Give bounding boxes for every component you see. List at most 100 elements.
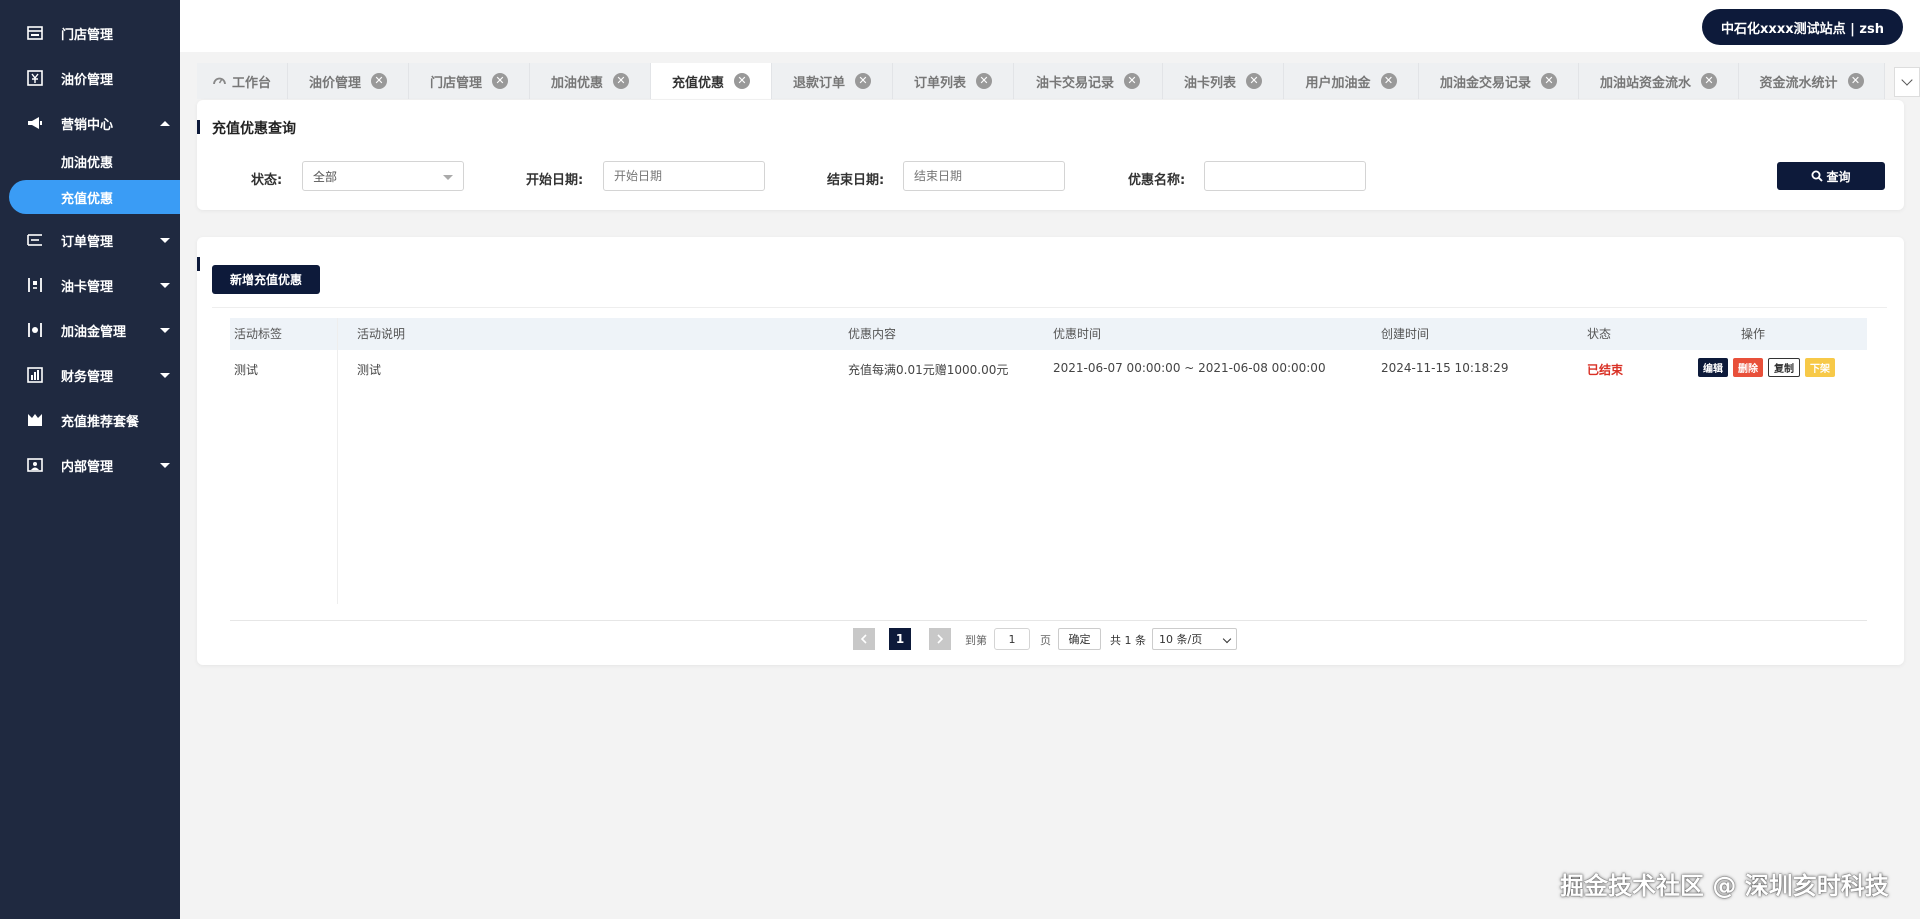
tab-card-transactions[interactable]: 油卡交易记录 ✕ bbox=[1014, 63, 1163, 99]
prev-page-button[interactable] bbox=[853, 628, 875, 650]
column-header-actions: 操作 bbox=[1741, 327, 1766, 341]
offline-button[interactable]: 下架 bbox=[1805, 358, 1835, 377]
sidebar-item-label: 订单管理 bbox=[61, 234, 114, 250]
sidebar-item-label: 财务管理 bbox=[61, 369, 114, 385]
pagination-divider bbox=[230, 620, 1867, 621]
sidebar-item-marketing[interactable]: 营销中心 bbox=[0, 105, 180, 141]
close-icon[interactable]: ✕ bbox=[1380, 73, 1397, 89]
tab-order-list[interactable]: 订单列表 ✕ bbox=[893, 63, 1014, 99]
sidebar: 门店管理 油价管理 营销中心 加油优惠 充值优惠 订单管理 油卡管理 加油金管理… bbox=[0, 0, 180, 919]
sidebar-item-price[interactable]: 油价管理 bbox=[0, 60, 180, 96]
page-button-current[interactable]: 1 bbox=[889, 628, 911, 650]
add-recharge-discount-button[interactable]: 新增充值优惠 bbox=[212, 265, 320, 294]
price-icon bbox=[27, 70, 43, 86]
goto-confirm-button[interactable]: 确定 bbox=[1058, 628, 1101, 650]
tab-label: 退款订单 bbox=[792, 75, 845, 91]
page-size-select[interactable]: 10 条/页 bbox=[1152, 628, 1237, 650]
sidebar-item-card[interactable]: 油卡管理 bbox=[0, 267, 180, 303]
divider bbox=[212, 307, 1887, 308]
close-icon[interactable]: ✕ bbox=[734, 73, 750, 89]
tab-oil-price[interactable]: 油价管理 ✕ bbox=[288, 63, 409, 99]
sidebar-item-package[interactable]: 充值推荐套餐 bbox=[0, 402, 180, 438]
start-date-input[interactable] bbox=[603, 161, 765, 191]
chevron-down-icon bbox=[1901, 74, 1913, 86]
total-count: 共 1 条 bbox=[1110, 634, 1146, 647]
status-select[interactable]: 全部 bbox=[302, 161, 464, 191]
cell-created: 2024-11-15 10:18:29 bbox=[1381, 361, 1509, 375]
sidebar-item-internal[interactable]: 内部管理 bbox=[0, 447, 180, 483]
search-button[interactable]: 查询 bbox=[1777, 162, 1885, 190]
tab-store[interactable]: 门店管理 ✕ bbox=[409, 63, 530, 99]
close-icon[interactable]: ✕ bbox=[1541, 73, 1557, 89]
fund-icon bbox=[27, 322, 43, 338]
marketing-icon bbox=[27, 115, 43, 131]
store-icon bbox=[27, 25, 43, 41]
sidebar-item-finance[interactable]: 财务管理 bbox=[0, 357, 180, 393]
close-icon[interactable]: ✕ bbox=[492, 73, 508, 89]
chevron-down-icon bbox=[160, 282, 170, 288]
tab-label: 充值优惠 bbox=[671, 75, 724, 91]
tab-recharge-discount[interactable]: 充值优惠 ✕ bbox=[651, 63, 772, 99]
copy-button[interactable]: 复制 bbox=[1768, 358, 1800, 377]
tab-workbench[interactable]: 工作台 bbox=[197, 63, 288, 99]
end-date-input[interactable] bbox=[903, 161, 1065, 191]
goto-prefix: 到第 bbox=[965, 634, 987, 647]
tab-card-list[interactable]: 油卡列表 ✕ bbox=[1163, 63, 1284, 99]
tab-more-button[interactable] bbox=[1894, 67, 1920, 97]
chevron-down-icon bbox=[1222, 634, 1232, 644]
close-icon[interactable]: ✕ bbox=[1246, 73, 1262, 89]
title-accent bbox=[197, 257, 200, 271]
close-icon[interactable]: ✕ bbox=[976, 73, 992, 89]
sidebar-subitem-label: 充值优惠 bbox=[61, 191, 114, 207]
list-panel bbox=[197, 237, 1904, 665]
chevron-right-icon bbox=[937, 634, 944, 644]
tab-user-fund[interactable]: 用户加油金 ✕ bbox=[1284, 63, 1419, 99]
watermark: 掘金技术社区 @ 深圳亥时科技 bbox=[1560, 872, 1889, 900]
close-icon[interactable]: ✕ bbox=[1847, 73, 1864, 89]
sidebar-item-orders[interactable]: 订单管理 bbox=[0, 222, 180, 258]
sidebar-item-label: 加油金管理 bbox=[61, 324, 127, 340]
user-menu[interactable]: 中石化xxxx测试站点 | zsh bbox=[1702, 9, 1903, 45]
tab-label: 油卡交易记录 bbox=[1035, 75, 1114, 91]
tab-label: 门店管理 bbox=[429, 75, 482, 91]
close-icon[interactable]: ✕ bbox=[1701, 73, 1717, 89]
cell-period: 2021-06-07 00:00:00 ~ 2021-06-08 00:00:0… bbox=[1053, 361, 1326, 375]
sidebar-subitem-fuel-discount[interactable]: 加油优惠 bbox=[9, 144, 180, 178]
sidebar-item-label: 充值推荐套餐 bbox=[61, 414, 140, 430]
column-header-status: 状态 bbox=[1587, 327, 1612, 341]
tab-station-cashflow[interactable]: 加油站资金流水 ✕ bbox=[1579, 63, 1739, 99]
table-header: 活动标签 活动说明 优惠内容 优惠时间 创建时间 状态 操作 bbox=[230, 318, 1867, 350]
search-button-label: 查询 bbox=[1826, 169, 1851, 184]
status-label: 状态: bbox=[251, 173, 283, 188]
tab-fund-transactions[interactable]: 加油金交易记录 ✕ bbox=[1419, 63, 1579, 99]
close-icon[interactable]: ✕ bbox=[613, 73, 629, 89]
top-header bbox=[180, 0, 1920, 52]
cell-tag: 测试 bbox=[234, 363, 259, 377]
caret-down-icon bbox=[443, 175, 453, 180]
close-icon[interactable]: ✕ bbox=[371, 73, 387, 89]
delete-button[interactable]: 删除 bbox=[1733, 358, 1763, 377]
sidebar-item-label: 内部管理 bbox=[61, 459, 114, 475]
goto-page-input[interactable] bbox=[994, 628, 1030, 650]
close-icon[interactable]: ✕ bbox=[1124, 73, 1140, 89]
card-icon bbox=[27, 277, 43, 293]
discount-name-input[interactable] bbox=[1204, 161, 1366, 191]
tab-cashflow-stats[interactable]: 资金流水统计 ✕ bbox=[1739, 63, 1885, 99]
package-icon bbox=[27, 412, 43, 428]
dashboard-icon bbox=[213, 74, 226, 88]
query-title: 充值优惠查询 bbox=[212, 121, 296, 137]
next-page-button[interactable] bbox=[929, 628, 951, 650]
sidebar-item-store[interactable]: 门店管理 bbox=[0, 15, 180, 51]
edit-button[interactable]: 编辑 bbox=[1698, 358, 1728, 377]
sidebar-item-label: 营销中心 bbox=[61, 117, 114, 133]
tab-refund-orders[interactable]: 退款订单 ✕ bbox=[772, 63, 893, 99]
internal-icon bbox=[27, 457, 43, 473]
tab-label: 资金流水统计 bbox=[1759, 75, 1838, 91]
sidebar-item-fund[interactable]: 加油金管理 bbox=[0, 312, 180, 348]
sidebar-subitem-recharge-discount[interactable]: 充值优惠 bbox=[9, 180, 180, 214]
query-panel bbox=[197, 100, 1904, 210]
column-header-content: 优惠内容 bbox=[848, 327, 897, 341]
close-icon[interactable]: ✕ bbox=[855, 73, 871, 89]
search-icon bbox=[1811, 170, 1824, 182]
tab-fuel-discount[interactable]: 加油优惠 ✕ bbox=[530, 63, 651, 99]
